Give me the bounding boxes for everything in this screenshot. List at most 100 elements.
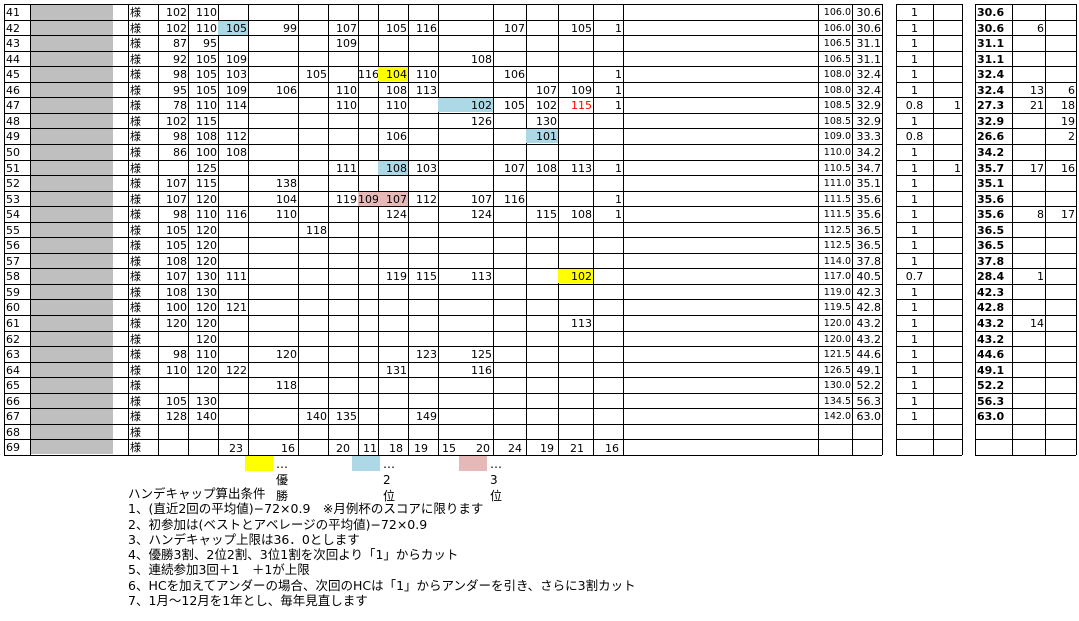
row-number: 45	[6, 68, 20, 81]
honorific: 様	[130, 146, 141, 159]
cut-factor: 1	[911, 22, 918, 35]
column-total: 11	[363, 442, 377, 455]
consecutive-bonus	[933, 176, 962, 191]
honorific: 様	[130, 6, 141, 19]
row-number: 68	[6, 426, 20, 439]
condition-item: 2、初参加は(ベストとアベレージの平均値)−72×0.9	[128, 516, 428, 532]
legend-swatch-win	[245, 456, 273, 471]
extra-col-1: 17	[1030, 162, 1044, 175]
monthly-score: 119	[386, 270, 407, 283]
next-handicap: 35.1	[977, 177, 1005, 190]
extra-col-2: 18	[1061, 99, 1075, 112]
handicap-calc: 32.9	[856, 115, 882, 128]
monthly-score: 104	[276, 193, 297, 206]
next-handicap: 30.6	[977, 6, 1005, 19]
cut-factor: 1	[911, 115, 918, 128]
honorific: 様	[130, 53, 141, 66]
monthly-score: 116	[226, 208, 247, 221]
average-score: 110	[196, 348, 217, 361]
best-score: 98	[173, 68, 187, 81]
cut-factor: 1	[911, 53, 918, 66]
handicap-calc: 31.1	[856, 53, 882, 66]
best-score: 102	[166, 22, 187, 35]
column-total: 20	[476, 442, 490, 455]
cut-factor: 1	[911, 317, 918, 330]
monthly-score: 122	[226, 364, 247, 377]
average-score: 115	[196, 115, 217, 128]
monthly-score: 116	[504, 193, 525, 206]
grid-line-horizontal	[975, 455, 1076, 456]
best-score: 105	[166, 224, 187, 237]
consecutive-bonus	[933, 192, 962, 207]
cut-factor: 1	[911, 286, 918, 299]
hc-average: 130.0	[823, 380, 851, 391]
monthly-score: 106	[276, 84, 297, 97]
row-number: 69	[6, 441, 20, 454]
best-score: 98	[173, 130, 187, 143]
hc-average: 108.5	[823, 100, 851, 111]
best-score	[158, 425, 188, 440]
next-handicap: 43.2	[977, 333, 1005, 346]
honorific: 様	[130, 162, 141, 175]
honorific: 様	[130, 115, 141, 128]
extra-col-1	[1012, 176, 1045, 191]
next-handicap: 31.1	[977, 37, 1005, 50]
extra-col-1: 14	[1030, 317, 1044, 330]
column-total: 21	[570, 442, 584, 455]
best-score: 86	[173, 146, 187, 159]
average-score: 140	[196, 410, 217, 423]
honorific: 様	[130, 37, 141, 50]
extra-col-2	[1045, 378, 1076, 393]
honorific: 様	[130, 239, 141, 252]
honorific: 様	[130, 84, 141, 97]
cut-factor: 1	[911, 68, 918, 81]
honorific: 様	[130, 193, 141, 206]
handicap-calc: 32.4	[856, 68, 882, 81]
hc-average: 114.0	[823, 256, 851, 267]
consecutive-bonus: 1	[954, 162, 961, 175]
grid-line-horizontal	[896, 455, 962, 456]
extra-col-1	[1012, 223, 1045, 238]
monthly-score-second: 105	[218, 21, 248, 35]
consecutive-bonus	[933, 440, 962, 455]
grid-line-vertical	[623, 4, 624, 455]
legend-swatch-second	[352, 456, 380, 471]
hc-average: 106.5	[823, 38, 851, 49]
monthly-score: 1	[615, 22, 622, 35]
cut-factor: 1	[911, 84, 918, 97]
handicap-calc: 32.9	[856, 99, 882, 112]
cut-factor	[896, 425, 933, 440]
handicap-calc	[852, 440, 882, 455]
monthly-score: 135	[336, 410, 357, 423]
best-score: 95	[173, 84, 187, 97]
row-number: 59	[6, 286, 20, 299]
cut-factor: 1	[911, 208, 918, 221]
extra-col-1	[1012, 129, 1045, 144]
extra-col-2	[1045, 269, 1076, 284]
monthly-score: 109	[226, 84, 247, 97]
best-score: 120	[166, 317, 187, 330]
monthly-score: 121	[226, 301, 247, 314]
honorific: 様	[130, 130, 141, 143]
row-number: 41	[6, 6, 20, 19]
grid-line-vertical	[882, 4, 883, 455]
handicap-calc: 40.5	[856, 270, 882, 283]
best-score: 107	[166, 270, 187, 283]
average-score: 130	[196, 270, 217, 283]
hc-average: 108.5	[823, 116, 851, 127]
extra-col-2	[1045, 347, 1076, 362]
monthly-score: 107	[471, 193, 492, 206]
average-score	[188, 440, 218, 455]
average-score: 108	[196, 130, 217, 143]
handicap-calc: 30.6	[856, 22, 882, 35]
honorific: 様	[130, 270, 141, 283]
monthly-score: 99	[283, 22, 297, 35]
monthly-score: 110	[336, 84, 357, 97]
cut-factor: 1	[911, 410, 918, 423]
monthly-score-win: 102	[558, 269, 593, 283]
next-handicap: 32.4	[977, 68, 1005, 81]
handicap-calc: 33.3	[856, 130, 882, 143]
best-score: 105	[166, 395, 187, 408]
grid-line-vertical	[558, 4, 559, 455]
extra-col-2	[1045, 238, 1076, 253]
